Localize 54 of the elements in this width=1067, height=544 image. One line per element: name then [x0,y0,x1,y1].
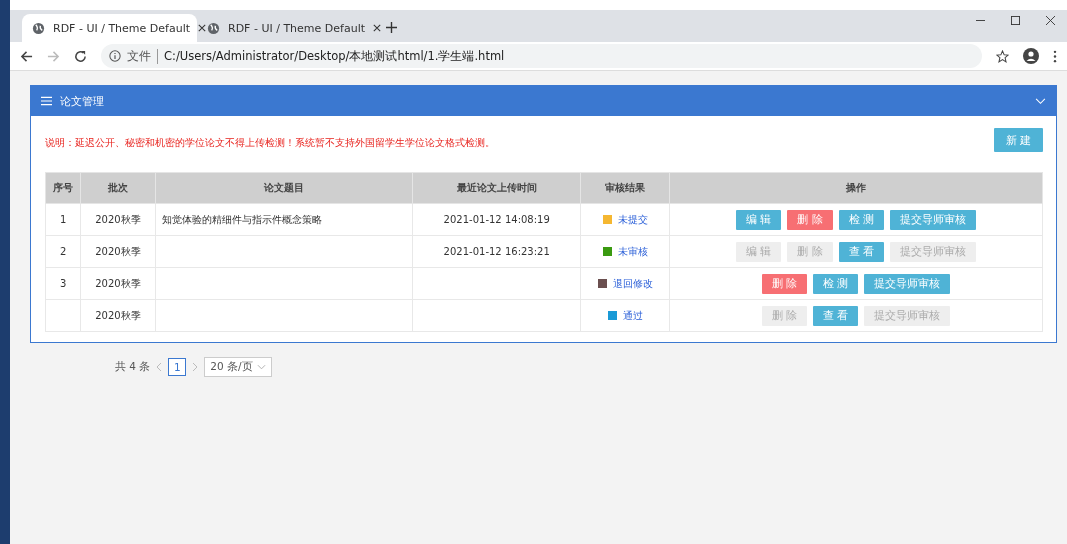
menu-icon[interactable] [1053,49,1057,63]
status-link[interactable]: 未审核 [617,244,648,259]
table-cell: 2020秋季 [80,203,156,236]
column-header: 最近论文上传时间 [412,172,581,204]
address-bar[interactable]: 文件 C:/Users/Administrator/Desktop/本地测试html/1.学生端.html [101,44,982,68]
info-icon [109,50,121,62]
column-header: 操作 [669,172,1043,204]
table-cell: 2 [45,235,81,268]
panel-title: 论文管理 [60,93,104,109]
action-button[interactable]: 检 测 [838,209,884,230]
page-button[interactable]: 1 [168,358,187,376]
reload-icon[interactable] [74,49,87,63]
globe-icon [32,21,45,35]
page-size-select[interactable]: 20 条/页 [204,357,272,377]
close-icon[interactable] [1046,16,1055,25]
chevron-down-icon[interactable] [1035,97,1046,105]
status-link[interactable]: 通过 [622,308,643,323]
notice-text: 说明：延迟公开、秘密和机密的学位论文不得上传检测！系统暂不支持外国留学生学位论文格式检测。 [45,136,495,150]
account-icon[interactable] [1023,48,1039,64]
chevron-down-icon [256,364,266,370]
new-button[interactable]: 新 建 [993,128,1043,152]
maximize-icon[interactable] [1011,16,1020,25]
table-cell: 2021-01-12 16:23:21 [412,235,581,268]
action-button[interactable]: 检 测 [813,273,859,294]
browser-tab[interactable]: RDF - UI / Theme Default [197,14,372,42]
new-tab-icon[interactable] [386,22,397,33]
action-button[interactable]: 查 看 [813,305,859,326]
table-cell: 2020秋季 [80,235,156,268]
column-header: 序号 [45,172,81,204]
close-icon[interactable] [198,24,207,32]
close-icon[interactable] [373,24,382,32]
action-button[interactable]: 删 除 [761,273,807,294]
table-cell: 2020秋季 [80,299,156,332]
column-header: 论文题目 [155,172,413,204]
action-button[interactable]: 提交导师审核 [890,209,976,230]
security-label: 文件 [127,48,158,64]
action-button[interactable]: 编 辑 [736,209,782,230]
table-cell: 3 [45,267,81,300]
column-header: 批次 [80,172,156,204]
url-text: C:/Users/Administrator/Desktop/本地测试html/1.学生端.html [164,48,505,64]
table-cell: 知觉体验的精细件与指示件概念策略 [155,203,413,236]
action-button[interactable]: 查 看 [838,241,884,262]
star-icon[interactable] [996,49,1009,63]
globe-icon [207,21,220,35]
menu-icon[interactable] [41,96,52,106]
total-count: 共 4 条 [115,360,151,374]
back-icon[interactable] [20,49,33,63]
action-button[interactable]: 提交导师审核 [864,273,951,294]
table-cell: 2021-01-12 14:08:19 [412,203,581,236]
table-cell: 2020秋季 [80,267,156,300]
column-header: 审核结果 [580,172,670,204]
action-button[interactable]: 删 除 [787,209,833,230]
status-link[interactable]: 未提交 [617,212,648,227]
table-cell: 1 [45,203,81,236]
